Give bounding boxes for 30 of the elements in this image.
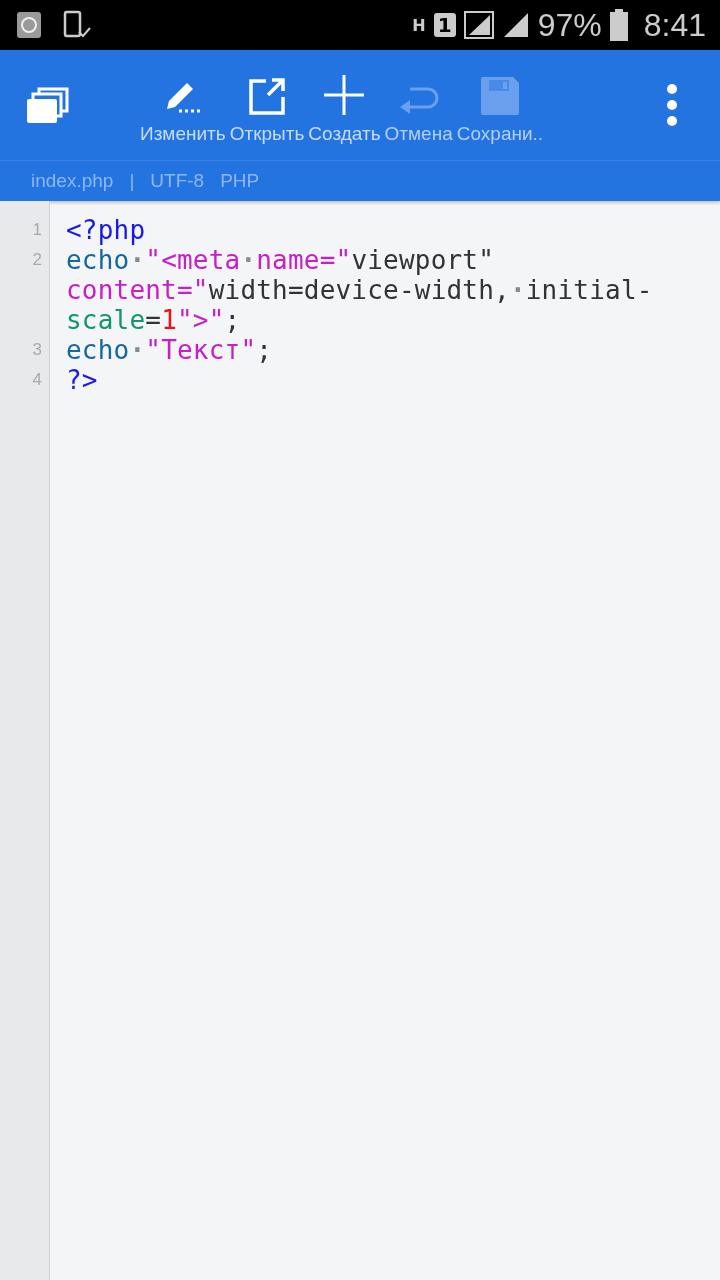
code-line: ?> xyxy=(66,365,98,395)
line-number: 1 xyxy=(32,220,42,239)
file-name: index.php xyxy=(31,170,114,192)
create-button[interactable]: Создать xyxy=(308,65,381,145)
separator: | xyxy=(129,170,135,192)
clock: 8:41 xyxy=(643,6,706,44)
sim-indicator: 1 xyxy=(433,13,456,37)
battery-icon xyxy=(609,9,628,41)
line-number: 4 xyxy=(32,370,42,389)
plus-icon xyxy=(324,75,365,115)
code-editor[interactable]: 1 <?php 2 echo·"<meta·name="viewport" content="width=device-width,·initial- scale=1">"; 3 echo·"Текст"; 4 ?> xyxy=(0,201,720,1280)
phone-check-icon xyxy=(62,10,92,40)
encoding-label: UTF-8 xyxy=(150,170,205,192)
code-line: content="width=device-width,·initial- xyxy=(66,275,653,305)
more-vertical-icon xyxy=(667,84,677,126)
stacked-windows-icon xyxy=(27,87,69,123)
network-type: H xyxy=(412,15,426,35)
battery-level: 97% xyxy=(537,6,602,44)
code-line: echo·"<meta·name="viewport" xyxy=(66,245,495,275)
open-external-icon xyxy=(248,77,287,115)
edit-button[interactable]: Изменить xyxy=(140,65,226,145)
code-line: <?php xyxy=(66,215,146,245)
app-icon xyxy=(16,11,42,39)
code-line: echo·"Текст"; xyxy=(66,335,273,365)
signal-icon xyxy=(463,11,494,39)
line-number: 2 xyxy=(32,250,42,269)
code-line: scale=1">"; xyxy=(66,305,241,335)
line-number: 3 xyxy=(32,340,42,359)
language-label: PHP xyxy=(220,170,260,192)
open-button[interactable]: Открыть xyxy=(229,65,305,145)
